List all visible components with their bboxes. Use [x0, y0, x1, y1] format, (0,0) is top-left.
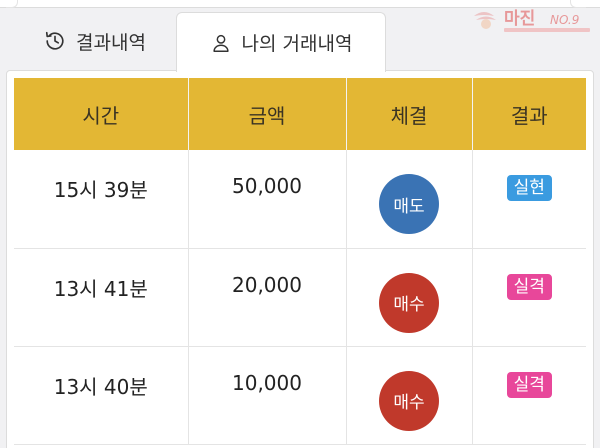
- cell-execution: 매수: [346, 346, 473, 445]
- cell-amount: 20,000: [188, 248, 347, 347]
- execution-sell-badge: 매도: [379, 174, 439, 234]
- top-strip-edge-left: [6, 0, 18, 8]
- user-icon: [210, 32, 232, 54]
- cell-amount: 50,000: [188, 150, 347, 249]
- cell-amount: 10,000: [188, 346, 347, 445]
- header-amount: 금액: [188, 78, 347, 150]
- result-disqualified-badge: 실격: [506, 273, 552, 300]
- tab-results-label: 결과내역: [76, 31, 146, 54]
- execution-buy-badge: 매수: [379, 272, 439, 333]
- tab-results[interactable]: 결과내역: [14, 12, 176, 70]
- cell-execution: 매수: [346, 248, 473, 347]
- cell-time: 13시 40분: [14, 346, 189, 445]
- trade-table: 시간 금액 체결 결과 15시 39분 50,000 매도 실현 13시 41분…: [14, 78, 586, 445]
- table-row: 13시 41분 20,000 매수 실격: [14, 248, 586, 347]
- table-row: 15시 39분 50,000 매도 실현: [14, 150, 586, 249]
- cell-result: 실격: [472, 346, 586, 445]
- table-row: 13시 40분 10,000 매수 실격: [14, 346, 586, 445]
- cell-result: 실격: [472, 248, 586, 347]
- table-header-row: 시간 금액 체결 결과: [14, 78, 586, 150]
- history-icon: [44, 30, 66, 52]
- cell-time: 15시 39분: [14, 150, 189, 249]
- result-realized-badge: 실현: [506, 175, 552, 201]
- header-result: 결과: [472, 78, 586, 150]
- cell-execution: 매도: [346, 150, 473, 249]
- execution-buy-badge: 매수: [379, 370, 439, 431]
- header-execution: 체결: [346, 78, 473, 150]
- result-disqualified-badge: 실격: [506, 371, 552, 398]
- cell-time: 13시 41분: [14, 248, 189, 347]
- tab-my-trades[interactable]: 나의 거래내역: [176, 12, 386, 72]
- watermark-text: 마진: [504, 9, 535, 29]
- watermark-suffix: NO.9: [550, 13, 579, 27]
- cell-result: 실현: [472, 150, 586, 249]
- header-time: 시간: [14, 78, 189, 150]
- watermark-logo: 마진 NO.9: [474, 9, 590, 32]
- tab-my-trades-label: 나의 거래내역: [241, 33, 353, 55]
